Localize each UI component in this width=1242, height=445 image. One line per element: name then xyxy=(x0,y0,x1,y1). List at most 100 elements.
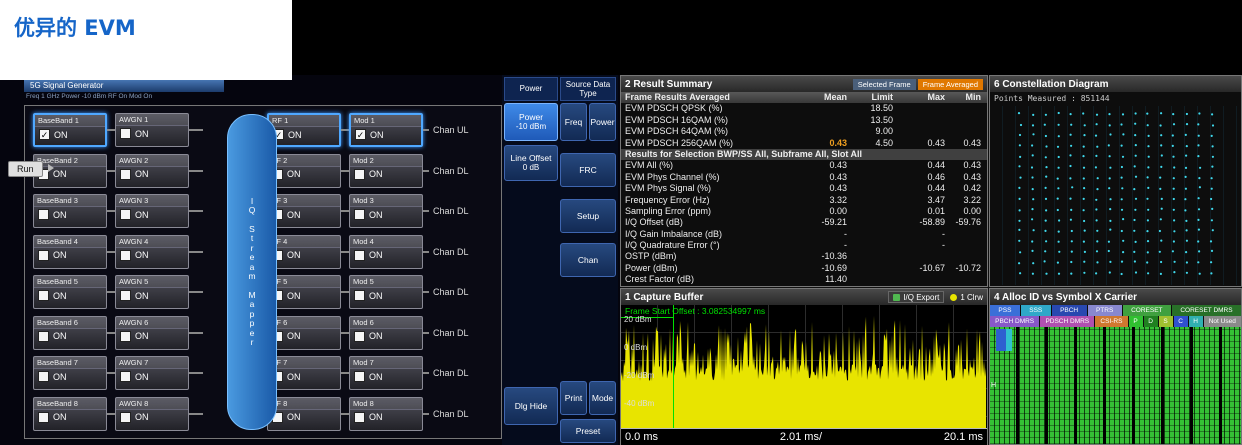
on-checkbox[interactable] xyxy=(38,331,49,342)
block-label: BaseBand 5 xyxy=(34,276,106,288)
legend-pdsch-dmrs: PDSCH DMRS xyxy=(1040,316,1094,327)
on-label: ON xyxy=(53,372,67,382)
legend-sss: SSS xyxy=(1021,305,1051,316)
on-checkbox[interactable] xyxy=(120,371,131,382)
block-label: BaseBand 7 xyxy=(34,357,106,369)
on-checkbox[interactable] xyxy=(38,250,49,261)
block-label: RF 3 xyxy=(268,195,340,207)
chan-label: Chan DL xyxy=(433,166,469,176)
on-checkbox[interactable] xyxy=(354,331,365,342)
stream-mapper[interactable]: IQStreamMapper xyxy=(227,114,277,430)
generator-block-mod-8[interactable]: Mod 8ON xyxy=(349,397,423,431)
section-row: Results for Selection BWP/SS All, Subfra… xyxy=(621,149,987,160)
generator-block-mod-1[interactable]: Mod 1✓ON xyxy=(349,113,423,147)
on-checkbox[interactable]: ✓ xyxy=(355,129,366,140)
legend-d: D xyxy=(1144,316,1158,327)
legend-pss: PSS xyxy=(990,305,1020,316)
generator-block-baseband-5[interactable]: BaseBand 5ON xyxy=(33,275,107,309)
generator-block-awgn-5[interactable]: AWGN 5ON xyxy=(115,275,189,309)
tab-selected-frame[interactable]: Selected Frame xyxy=(853,79,916,90)
generator-block-mod-3[interactable]: Mod 3ON xyxy=(349,194,423,228)
iq-export-button[interactable]: I/Q Export xyxy=(888,291,944,303)
block-label: BaseBand 6 xyxy=(34,317,106,329)
generator-block-rf-1[interactable]: RF 1✓ON xyxy=(267,113,341,147)
generator-block-rf-5[interactable]: RF 5ON xyxy=(267,275,341,309)
generator-block-awgn-3[interactable]: AWGN 3ON xyxy=(115,194,189,228)
generator-block-rf-6[interactable]: RF 6ON xyxy=(267,316,341,350)
tab-frame-averaged[interactable]: Frame Averaged xyxy=(918,79,983,90)
on-checkbox[interactable] xyxy=(354,371,365,382)
generator-block-baseband-7[interactable]: BaseBand 7 ON xyxy=(33,356,107,390)
softkey-setup[interactable]: Setup xyxy=(560,199,616,233)
softkey-power-level[interactable]: Power -10 dBm xyxy=(504,103,558,141)
generator-block-baseband-8[interactable]: BaseBand 8ON xyxy=(33,397,107,431)
run-button[interactable]: Run xyxy=(8,161,43,177)
result-row: Power (dBm)-10.69-10.67-10.72 xyxy=(621,263,987,274)
softkey-frc[interactable]: FRC xyxy=(560,153,616,187)
generator-block-mod-7[interactable]: Mod 7ON xyxy=(349,356,423,390)
generator-block-awgn-1[interactable]: AWGN 1ON xyxy=(115,113,189,147)
generator-block-baseband-6[interactable]: BaseBand 6ON xyxy=(33,316,107,350)
generator-block-mod-2[interactable]: Mod 2ON xyxy=(349,154,423,188)
softkey-power[interactable]: Power xyxy=(589,103,616,141)
trace-indicator[interactable]: 1 Clrw xyxy=(950,293,983,302)
on-checkbox[interactable] xyxy=(354,169,365,180)
softkey-chan[interactable]: Chan xyxy=(560,243,616,277)
generator-block-mod-5[interactable]: Mod 5 ON xyxy=(349,275,423,309)
softkey-line-offset[interactable]: Line Offset 0 dB xyxy=(504,145,558,181)
generator-block-rf-3[interactable]: RF 3ON xyxy=(267,194,341,228)
result-row: EVM PDSCH 64QAM (%)9.00 xyxy=(621,126,987,137)
generator-block-mod-4[interactable]: Mod 4ON xyxy=(349,235,423,269)
generator-block-baseband-2[interactable]: BaseBand 2ON xyxy=(33,154,107,188)
on-checkbox[interactable] xyxy=(354,250,365,261)
on-checkbox[interactable] xyxy=(120,412,131,423)
generator-block-rf-2[interactable]: RF 2ON xyxy=(267,154,341,188)
on-label: ON xyxy=(369,291,383,301)
alloc-legend-row2: PBCH DMRSPDSCH DMRSCSI-RSPDSCHNot Used xyxy=(990,316,1241,327)
on-label: ON xyxy=(287,250,301,260)
alloc-id-window: 4 Alloc ID vs Symbol X Carrier PSSSSSPBC… xyxy=(989,288,1242,445)
on-checkbox[interactable] xyxy=(354,290,365,301)
generator-block-awgn-4[interactable]: AWGN 4ON xyxy=(115,235,189,269)
on-checkbox[interactable] xyxy=(120,128,131,139)
generator-block-baseband-1[interactable]: BaseBand 1✓ON xyxy=(33,113,107,147)
softkey-preset[interactable]: Preset xyxy=(560,419,616,443)
on-checkbox[interactable] xyxy=(38,209,49,220)
softkey-print[interactable]: Print xyxy=(560,381,587,415)
generator-block-awgn-6[interactable]: AWGN 6ON xyxy=(115,316,189,350)
generator-block-awgn-2[interactable]: AWGN 2 ON xyxy=(115,154,189,188)
legend-s: S xyxy=(1159,316,1173,327)
generator-block-rf-4[interactable]: RF 4ON xyxy=(267,235,341,269)
on-checkbox[interactable] xyxy=(120,209,131,220)
generator-block-baseband-4[interactable]: BaseBand 4ON xyxy=(33,235,107,269)
generator-block-rf-7[interactable]: RF 7ON xyxy=(267,356,341,390)
on-checkbox[interactable] xyxy=(38,412,49,423)
generator-block-awgn-7[interactable]: AWGN 7ON xyxy=(115,356,189,390)
on-checkbox[interactable] xyxy=(120,331,131,342)
block-label: AWGN 2 xyxy=(116,155,188,167)
softkey-dlg-hide[interactable]: Dlg Hide xyxy=(504,387,558,425)
generator-block-baseband-3[interactable]: BaseBand 3ON xyxy=(33,194,107,228)
chan-label: Chan DL xyxy=(433,287,469,297)
softkey-freq[interactable]: Freq xyxy=(560,103,587,141)
on-checkbox[interactable] xyxy=(120,169,131,180)
generator-block-awgn-8[interactable]: AWGN 8ON xyxy=(115,397,189,431)
on-checkbox[interactable] xyxy=(120,290,131,301)
on-checkbox[interactable] xyxy=(38,371,49,382)
generator-block-rf-8[interactable]: RF 8ON xyxy=(267,397,341,431)
capture-trace xyxy=(621,305,987,428)
on-checkbox[interactable] xyxy=(38,290,49,301)
y-axis-label: -20 dBm xyxy=(624,371,654,380)
on-checkbox[interactable] xyxy=(354,412,365,423)
on-label: ON xyxy=(287,291,301,301)
on-checkbox[interactable] xyxy=(354,209,365,220)
generator-block-mod-6[interactable]: Mod 6ON xyxy=(349,316,423,350)
softkey-mode[interactable]: Mode xyxy=(589,381,616,415)
block-label: Mod 5 xyxy=(350,276,422,288)
y-axis-label: 0 dBm xyxy=(624,343,647,352)
block-label: Mod 3 xyxy=(350,195,422,207)
on-checkbox[interactable] xyxy=(120,250,131,261)
on-checkbox[interactable]: ✓ xyxy=(39,129,50,140)
on-label: ON xyxy=(135,169,149,179)
constellation-titlebar: 6 Constellation Diagram xyxy=(990,76,1241,92)
